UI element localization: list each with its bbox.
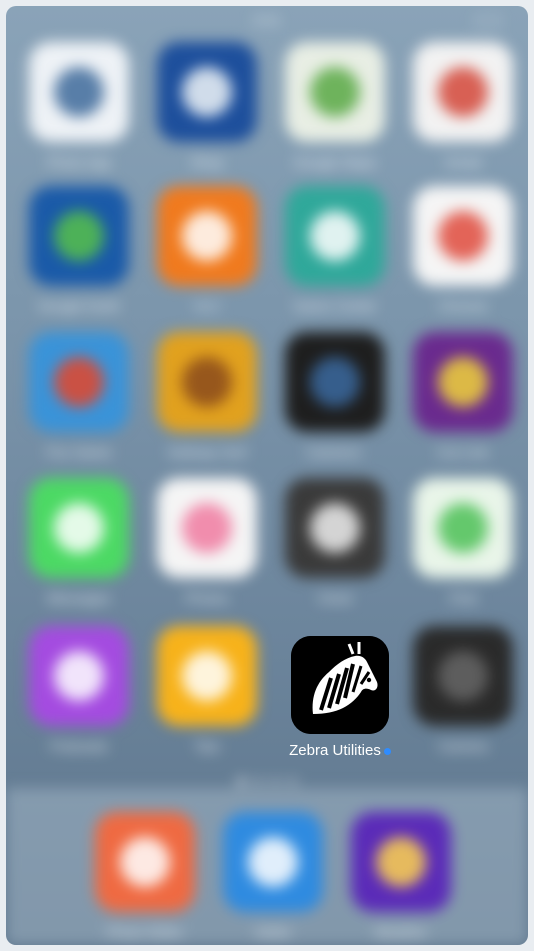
photos-icon (157, 478, 257, 578)
app-label: Safari (254, 924, 292, 940)
clock-icon (285, 478, 385, 578)
app-subway-surf[interactable]: Subway Surf (152, 332, 262, 460)
app-label: Camera+ (306, 444, 364, 460)
chrome-icon (413, 186, 513, 286)
app-camera-[interactable]: Camera+ (280, 332, 390, 460)
app-chrome[interactable]: Chrome (408, 186, 518, 314)
messages-icon (29, 478, 129, 578)
app-label: Photos (185, 590, 229, 606)
app-label: Game Center (292, 298, 378, 314)
page-dot[interactable] (272, 778, 279, 785)
app-shop[interactable]: Shop (152, 42, 262, 170)
app-podcasts[interactable]: Podcasts (24, 626, 134, 754)
app-label: VLC (193, 298, 221, 314)
app-photo-editor[interactable]: Photo Editor (90, 812, 200, 940)
app-google-maps[interactable]: Google Maps (280, 42, 390, 170)
app-label: Shop (190, 154, 224, 170)
app-label: Fox Game (46, 444, 112, 460)
find-icon (413, 478, 513, 578)
fox-game-icon (29, 332, 129, 432)
app-photos[interactable]: Photos (152, 478, 262, 606)
app-safari[interactable]: Safari (218, 812, 328, 940)
app-label: Zebra Utilities (289, 742, 391, 759)
app-label: Messages (47, 590, 111, 606)
app-weather[interactable]: Weather (346, 812, 456, 940)
google-earth-icon (29, 186, 129, 286)
dock: Photo Editor Safari Weather (6, 788, 528, 945)
app-label: Tips (194, 738, 220, 754)
home-screen: 9:41 Photo App Shop Google Maps Gmail Google… (6, 6, 528, 945)
weather-icon (351, 812, 451, 912)
app-label: Subway Surf (167, 444, 247, 460)
zebra-icon (291, 636, 389, 734)
app-label: Weather (374, 924, 428, 940)
page-dot[interactable] (255, 778, 262, 785)
vlc-icon (157, 186, 257, 286)
game-center-icon (285, 186, 385, 286)
app-label: Gmail (444, 154, 482, 170)
photo-app-icon (29, 42, 129, 142)
photo-editor-icon (95, 812, 195, 912)
page-dot[interactable] (289, 778, 296, 785)
camera-icon (413, 626, 513, 726)
blurred-background: 9:41 Photo App Shop Google Maps Gmail Google… (6, 6, 528, 945)
page-dot[interactable] (238, 778, 245, 785)
app-cut-line[interactable]: Cut Line (408, 332, 518, 460)
app-vlc[interactable]: VLC (152, 186, 262, 314)
shop-icon (157, 42, 257, 142)
app-label: Google Maps (293, 154, 377, 170)
safari-icon (223, 812, 323, 912)
podcasts-icon (29, 626, 129, 726)
app-game-center[interactable]: Game Center (280, 186, 390, 314)
app-fox-game[interactable]: Fox Game (24, 332, 134, 460)
tips-icon (157, 626, 257, 726)
new-app-dot (383, 747, 391, 755)
gmail-icon (413, 42, 513, 142)
subway-surf-icon (157, 332, 257, 432)
app-tips[interactable]: Tips (152, 626, 262, 754)
app-photo-app[interactable]: Photo App (24, 42, 134, 170)
cut-line-icon (413, 332, 513, 432)
app-messages[interactable]: Messages (24, 478, 134, 606)
app-label: Camera (438, 738, 488, 754)
app-clock[interactable]: Clock (280, 478, 390, 606)
app-camera[interactable]: Camera (408, 626, 518, 754)
app-label: Cut Line (436, 444, 490, 460)
app-label: Clock (317, 590, 353, 606)
app-label: Find (449, 590, 477, 606)
app-label: Google Earth (37, 298, 121, 314)
app-label: Podcasts (50, 738, 108, 754)
google-maps-icon (285, 42, 385, 142)
app-gmail[interactable]: Gmail (408, 42, 518, 170)
app-google-earth[interactable]: Google Earth (24, 186, 134, 314)
camera--icon (285, 332, 385, 432)
app-label: Photo Editor (106, 924, 184, 940)
app-label: Chrome (438, 298, 488, 314)
zebra-utilities-app[interactable]: Zebra Utilities (281, 636, 399, 760)
app-label: Photo App (46, 154, 112, 170)
app-find[interactable]: Find (408, 478, 518, 606)
